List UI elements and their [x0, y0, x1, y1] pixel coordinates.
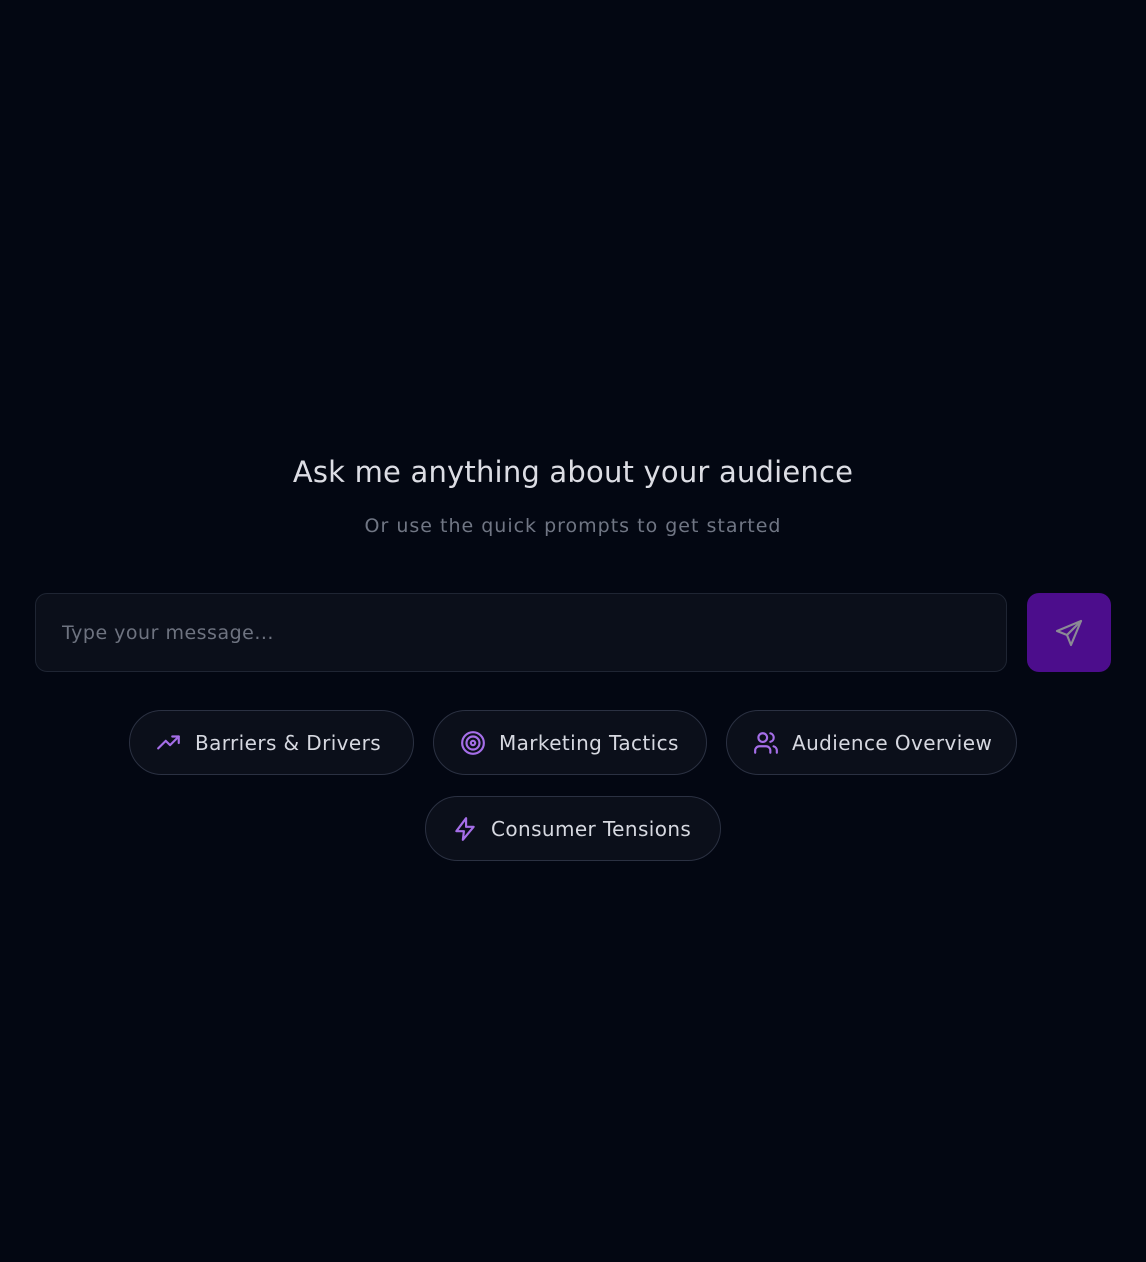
send-button[interactable] [1027, 593, 1111, 672]
quick-prompt-label: Marketing Tactics [499, 730, 679, 755]
empty-state: Ask me anything about your audience Or u… [0, 448, 1146, 538]
message-input[interactable] [35, 593, 1007, 672]
message-composer [35, 593, 1111, 672]
quick-prompt-audience-overview[interactable]: Audience Overview [726, 710, 1017, 775]
quick-prompt-consumer-tensions[interactable]: Consumer Tensions [425, 796, 721, 861]
send-icon [1053, 617, 1085, 649]
quick-prompt-barriers-drivers[interactable]: Barriers & Drivers [129, 710, 414, 775]
quick-prompt-label: Consumer Tensions [491, 816, 692, 841]
page-title: Ask me anything about your audience [292, 455, 854, 489]
users-icon [753, 730, 779, 756]
trending-up-icon [156, 730, 182, 756]
page-subtitle: Or use the quick prompts to get started [364, 515, 782, 537]
chat-page: Ask me anything about your audience Or u… [0, 0, 1146, 1262]
quick-prompt-label: Audience Overview [792, 730, 993, 755]
target-icon [460, 730, 486, 756]
quick-prompt-marketing-tactics[interactable]: Marketing Tactics [433, 710, 707, 775]
lightning-icon [452, 816, 478, 842]
quick-prompt-label: Barriers & Drivers [195, 730, 382, 755]
